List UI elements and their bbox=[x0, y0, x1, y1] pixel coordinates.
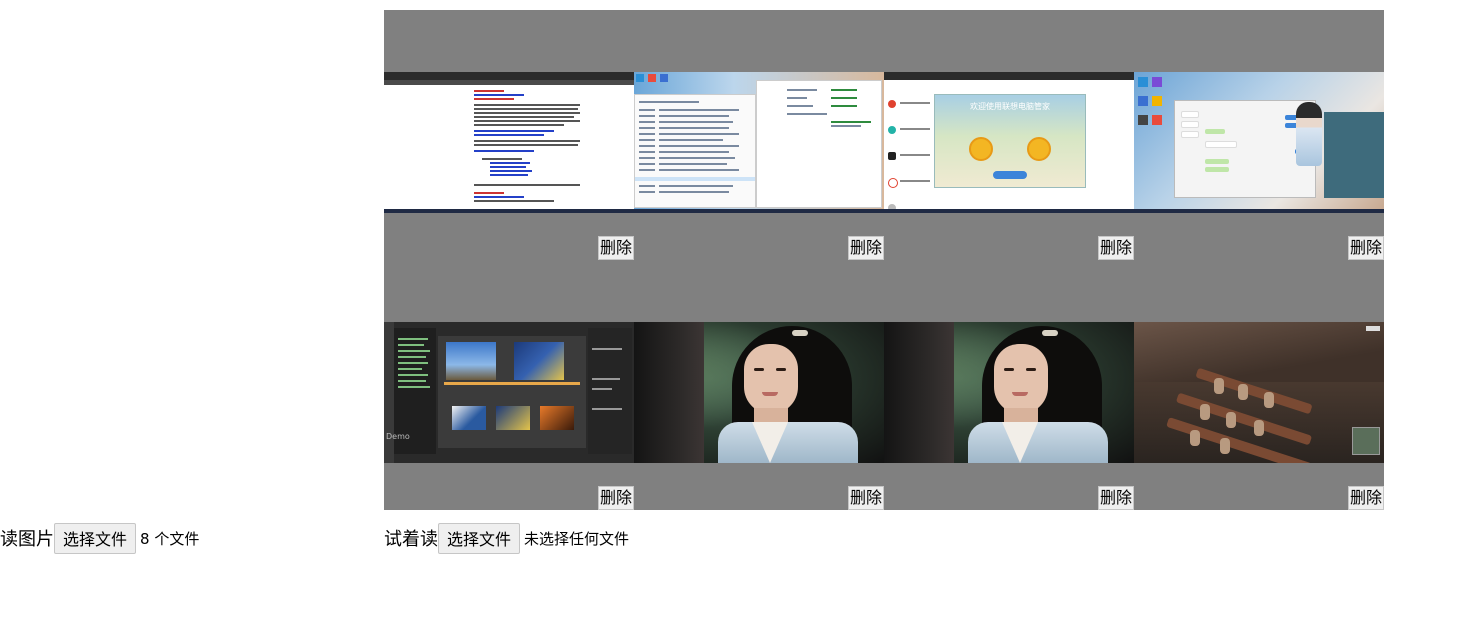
delete-button[interactable]: 删除 bbox=[847, 236, 884, 260]
delete-button[interactable]: 删除 bbox=[597, 486, 634, 510]
thumbnail-image bbox=[634, 72, 884, 213]
no-file-status: 未选择任何文件 bbox=[524, 529, 630, 548]
editor-logo: Demo bbox=[386, 432, 410, 441]
choose-file-button[interactable]: 选择文件 bbox=[438, 522, 521, 554]
thumbnail-image bbox=[384, 72, 634, 213]
popup-title: 欢迎使用联想电脑管家 bbox=[970, 102, 1050, 111]
choose-file-button[interactable]: 选择文件 bbox=[54, 522, 137, 554]
read-images-label: 读图片 bbox=[0, 529, 54, 550]
thumbnail-image bbox=[1134, 72, 1384, 213]
delete-button[interactable]: 删除 bbox=[1347, 236, 1384, 260]
gallery-item: 删除 bbox=[1134, 10, 1384, 260]
read-images-control: 读图片 选择文件 8 个文件 bbox=[0, 522, 199, 554]
gallery-item: 删除 bbox=[634, 260, 884, 510]
image-gallery: 删除 删除 欢迎使用联想电脑管家 删除 删除 Demo 删除 删除 删除 删除 bbox=[384, 10, 1384, 510]
thumbnail-image bbox=[634, 322, 884, 463]
try-read-control: 试着读 选择文件 未选择任何文件 bbox=[384, 522, 629, 554]
delete-button[interactable]: 删除 bbox=[1347, 486, 1384, 510]
gallery-item: 删除 bbox=[884, 260, 1134, 510]
thumbnail-image: Demo bbox=[384, 322, 634, 463]
thumbnail-image: 欢迎使用联想电脑管家 bbox=[884, 72, 1134, 213]
gallery-item: 欢迎使用联想电脑管家 删除 bbox=[884, 10, 1134, 260]
gallery-item: 删除 bbox=[634, 10, 884, 260]
delete-button[interactable]: 删除 bbox=[597, 236, 634, 260]
gallery-item: 删除 bbox=[1134, 260, 1384, 510]
try-read-label: 试着读 bbox=[384, 529, 438, 550]
gallery-item: 删除 bbox=[384, 10, 634, 260]
delete-button[interactable]: 删除 bbox=[1097, 236, 1134, 260]
thumbnail-image bbox=[1134, 322, 1384, 463]
thumbnail-image bbox=[884, 322, 1134, 463]
delete-button[interactable]: 删除 bbox=[847, 486, 884, 510]
delete-button[interactable]: 删除 bbox=[1097, 486, 1134, 510]
gallery-item: Demo 删除 bbox=[384, 260, 634, 510]
file-count-status: 8 个文件 bbox=[140, 529, 200, 548]
